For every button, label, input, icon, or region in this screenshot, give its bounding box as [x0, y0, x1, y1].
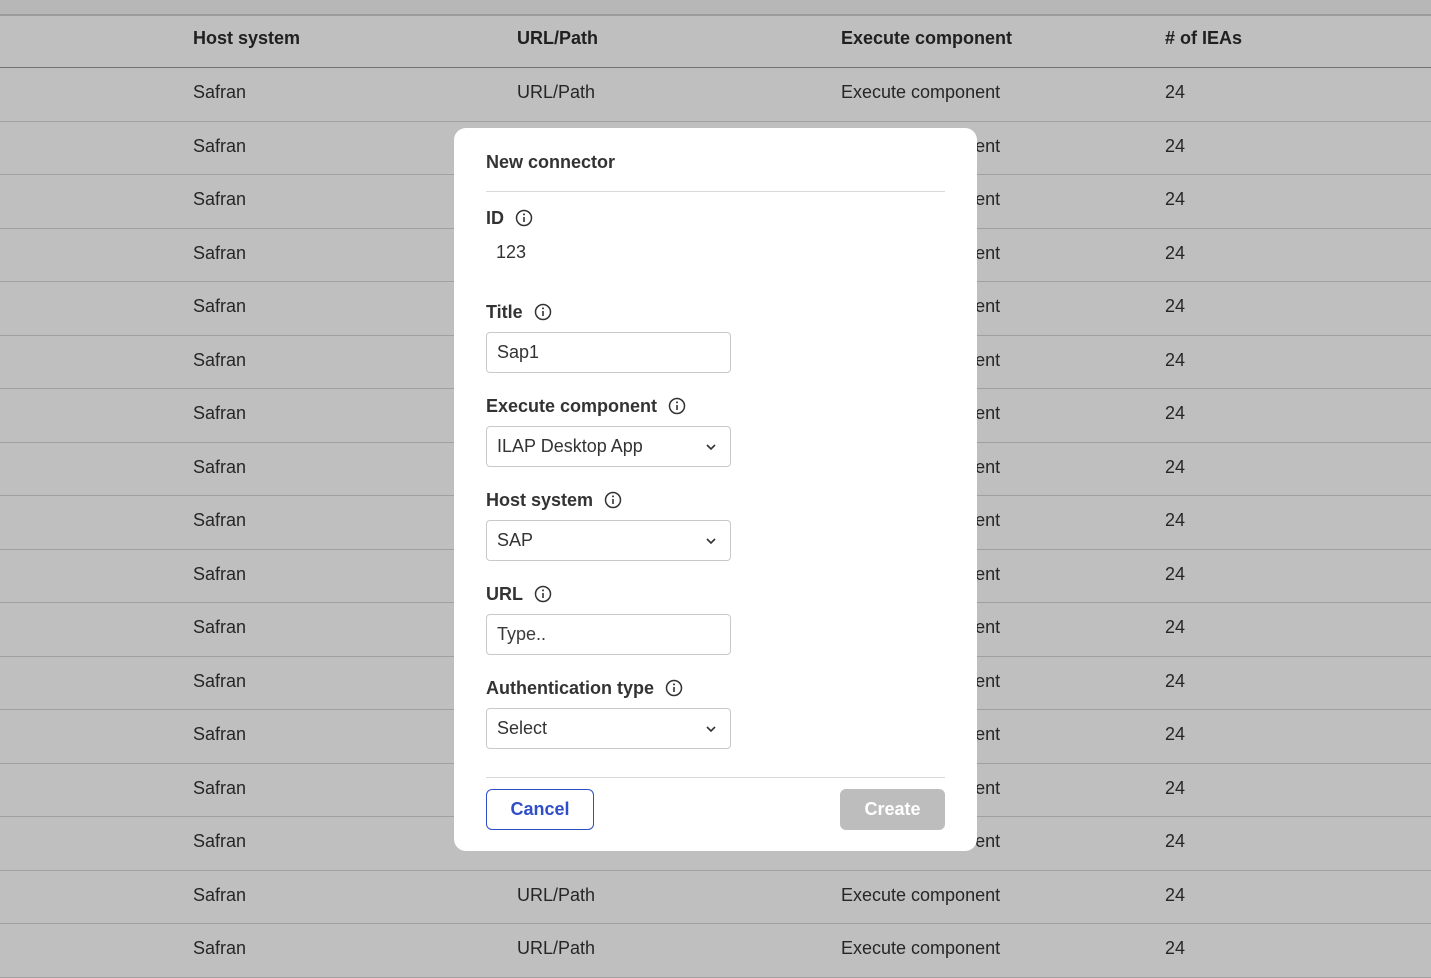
- chevron-down-icon: [704, 534, 718, 548]
- execute-component-select[interactable]: ILAP Desktop App: [486, 426, 731, 467]
- info-icon[interactable]: [668, 397, 686, 415]
- url-label: URL: [486, 583, 523, 604]
- dialog-title: New connector: [486, 152, 616, 172]
- execute-component-label: Execute component: [486, 395, 658, 416]
- authentication-type-select[interactable]: Select: [486, 708, 731, 749]
- authentication-type-selected: Select: [497, 718, 548, 738]
- title-input[interactable]: [486, 332, 731, 373]
- host-system-label: Host system: [486, 489, 594, 510]
- execute-component-field: Execute component ILAP Desktop App: [486, 394, 945, 467]
- host-system-select[interactable]: SAP: [486, 520, 731, 561]
- execute-component-selected: ILAP Desktop App: [497, 436, 643, 456]
- url-field: URL: [486, 582, 945, 655]
- info-icon[interactable]: [534, 303, 552, 321]
- info-icon[interactable]: [604, 491, 622, 509]
- info-icon[interactable]: [515, 209, 533, 227]
- cancel-button[interactable]: Cancel: [486, 789, 594, 830]
- id-field: ID 123: [486, 206, 945, 263]
- authentication-type-field: Authentication type Select: [486, 676, 945, 749]
- footer-divider: [486, 777, 945, 778]
- chevron-down-icon: [704, 440, 718, 454]
- id-value: 123: [496, 242, 527, 262]
- url-input[interactable]: [486, 614, 731, 655]
- title-label: Title: [486, 301, 523, 322]
- info-icon[interactable]: [534, 585, 552, 603]
- id-label: ID: [486, 207, 504, 228]
- authentication-type-label: Authentication type: [486, 677, 655, 698]
- header-divider: [486, 191, 945, 192]
- new-connector-dialog: New connector ID 123 Title Execute compo…: [454, 128, 977, 851]
- create-button[interactable]: Create: [840, 789, 945, 830]
- info-icon[interactable]: [665, 679, 683, 697]
- host-system-field: Host system SAP: [486, 488, 945, 561]
- title-field: Title: [486, 300, 945, 373]
- host-system-selected: SAP: [497, 530, 534, 550]
- chevron-down-icon: [704, 722, 718, 736]
